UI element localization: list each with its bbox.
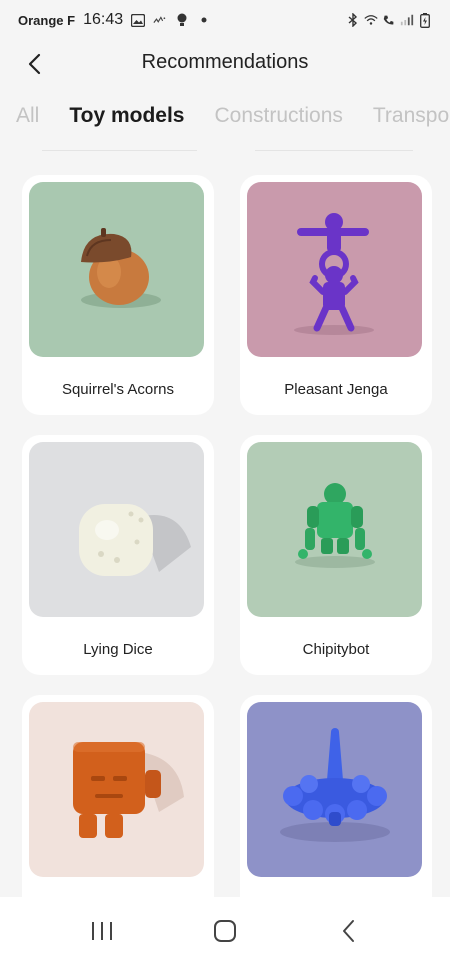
home-icon [213, 920, 236, 942]
bluetooth-icon [346, 13, 360, 27]
model-title: Pleasant Jenga [284, 381, 388, 398]
dot-icon [197, 13, 211, 27]
back-nav-button[interactable] [328, 911, 368, 951]
model-thumbnail [29, 182, 204, 357]
tab-constructions[interactable]: Constructions [214, 104, 342, 128]
system-nav-bar [0, 897, 450, 965]
jenga-figures-icon [294, 213, 374, 335]
model-card[interactable]: Lying Dice [22, 435, 214, 675]
tab-all[interactable]: All [16, 104, 39, 128]
model-title: Chipitybot [302, 641, 370, 658]
tab-divider [42, 150, 197, 151]
cube-robot-icon [73, 742, 184, 838]
model-card[interactable]: Squirrel's Acorns [22, 175, 214, 415]
tab-toy-models[interactable]: Toy models [69, 104, 184, 128]
model-thumbnail [247, 702, 422, 877]
image-icon [131, 13, 146, 27]
model-thumbnail [29, 702, 204, 877]
model-thumbnail [247, 182, 422, 357]
model-title: Lying Dice [83, 641, 153, 658]
model-thumbnail [247, 442, 422, 617]
acorn-icon [81, 228, 161, 308]
model-card[interactable]: Chipitybot [240, 435, 432, 675]
chevron-left-icon [28, 53, 41, 75]
dice-icon [79, 504, 191, 576]
tab-divider [255, 150, 413, 151]
model-card[interactable]: Pleasant Jenga [240, 175, 432, 415]
tab-transport[interactable]: Transpo [373, 104, 449, 128]
spinning-top-icon [280, 728, 390, 842]
signal-scribble-icon [153, 13, 167, 27]
status-bar: Orange F 16:43 [0, 0, 450, 40]
model-title: Squirrel's Acorns [61, 381, 175, 398]
header: Recommendations [0, 40, 450, 85]
wifi-icon [364, 13, 378, 27]
carrier-name: Orange F [18, 12, 76, 28]
battery-icon [418, 12, 432, 28]
recent-apps-button[interactable] [82, 911, 122, 951]
page-title: Recommendations [141, 51, 309, 73]
cell-signal-icon [400, 13, 414, 27]
home-button[interactable] [205, 911, 245, 951]
wifi-calling-icon [382, 13, 396, 27]
back-button[interactable] [20, 50, 48, 78]
robot-icon [295, 483, 375, 568]
recent-apps-icon [91, 922, 112, 940]
bulb-icon [175, 13, 189, 27]
clock: 16:43 [83, 11, 124, 28]
model-thumbnail [29, 442, 204, 617]
category-tabs: All Toy models Constructions Transpo [0, 92, 450, 152]
chevron-left-icon [343, 920, 355, 942]
